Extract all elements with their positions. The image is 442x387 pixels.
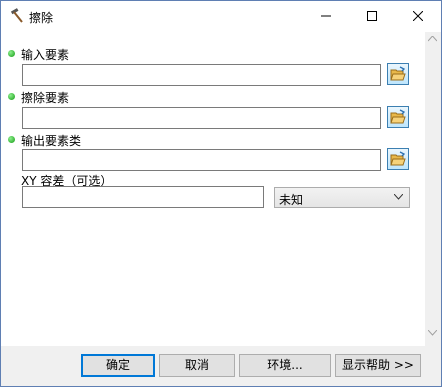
output-feature-class-field[interactable] — [22, 149, 381, 171]
chevron-down-icon — [428, 330, 437, 336]
close-button[interactable] — [395, 1, 441, 32]
required-indicator-icon — [8, 93, 15, 100]
minimize-icon — [321, 15, 331, 17]
open-folder-icon — [390, 109, 406, 124]
minimize-button[interactable] — [303, 1, 349, 32]
window-title: 擦除 — [29, 11, 54, 25]
xy-tolerance-unit-select[interactable]: 未知 — [274, 187, 410, 208]
input-features-label: 输入要素 — [21, 48, 70, 62]
parameters-panel: 输入要素 擦除要素 输出要素类 XY 容差（可选） 未知 — [1, 32, 425, 346]
chevron-down-icon — [394, 194, 403, 200]
erase-features-label: 擦除要素 — [21, 91, 70, 105]
environments-button[interactable]: 环境... — [239, 354, 331, 377]
chevron-up-icon — [428, 36, 437, 42]
unit-select-value: 未知 — [279, 193, 304, 207]
cancel-button[interactable]: 取消 — [159, 354, 235, 377]
open-folder-icon — [390, 151, 406, 166]
erase-features-field[interactable] — [22, 107, 381, 129]
required-indicator-icon — [8, 136, 15, 143]
required-indicator-icon — [8, 50, 15, 57]
browse-erase-features-button[interactable] — [387, 106, 409, 128]
xy-tolerance-field[interactable] — [22, 186, 264, 208]
title-bar[interactable]: 擦除 — [1, 1, 441, 32]
open-folder-icon — [390, 66, 406, 81]
tool-dialog: 擦除 输入要素 擦除要素 输出要素类 XY 容差（可选） 未知 确定 取消 环境… — [0, 0, 442, 387]
close-icon — [413, 11, 423, 21]
output-feature-class-label: 输出要素类 — [21, 134, 82, 148]
show-help-button[interactable]: 显示帮助 >> — [335, 354, 421, 377]
ok-button[interactable]: 确定 — [81, 354, 155, 377]
maximize-icon — [367, 11, 377, 21]
vertical-scrollbar[interactable] — [425, 32, 441, 346]
button-bar: 确定 取消 环境... 显示帮助 >> — [1, 346, 441, 386]
hammer-icon — [9, 8, 25, 24]
maximize-button[interactable] — [349, 1, 395, 32]
browse-input-features-button[interactable] — [387, 63, 409, 85]
browse-output-feature-class-button[interactable] — [387, 148, 409, 170]
input-features-field[interactable] — [22, 64, 381, 86]
